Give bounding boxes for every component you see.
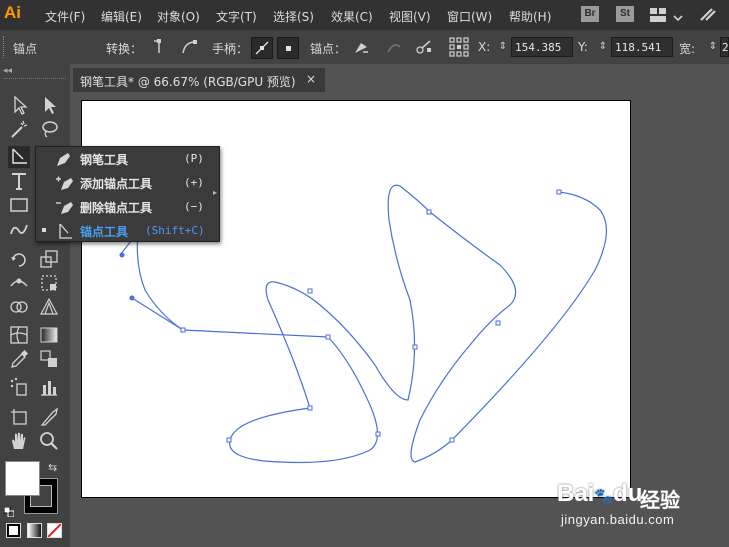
collapse-icon[interactable]: ◂◂ bbox=[3, 66, 12, 76]
y-label: Y: bbox=[578, 40, 588, 54]
handles-label: 手柄： bbox=[212, 42, 249, 56]
grip-icon bbox=[3, 36, 7, 58]
selection-type-label: 锚点 bbox=[13, 42, 38, 56]
width-field[interactable]: 2 bbox=[720, 37, 729, 57]
artboard-tool-icon[interactable] bbox=[8, 406, 30, 428]
app-logo: Ai bbox=[4, 3, 21, 22]
watermark-cn: 经验 bbox=[640, 488, 680, 512]
cut-path-icon[interactable] bbox=[415, 38, 433, 56]
magic-wand-tool-icon[interactable] bbox=[8, 118, 30, 140]
none-mode-icon[interactable] bbox=[47, 523, 62, 538]
menu-view[interactable]: 视图(V) bbox=[389, 8, 431, 25]
grid-icon[interactable] bbox=[650, 7, 666, 22]
width-stepper[interactable]: ⇕ bbox=[706, 37, 720, 57]
flyout-item-anchor-point[interactable]: 锚点工具 bbox=[80, 223, 128, 240]
free-transform-tool-icon[interactable] bbox=[38, 272, 60, 294]
swap-colors-icon[interactable]: ⇆ bbox=[48, 461, 57, 474]
flyout-item-delete-anchor[interactable]: 删除锚点工具 bbox=[80, 199, 152, 216]
y-stepper[interactable]: ⇕ bbox=[596, 37, 610, 57]
default-colors-icon[interactable] bbox=[3, 502, 15, 518]
width-label: 宽: bbox=[679, 42, 696, 56]
shaper-tool-icon[interactable] bbox=[8, 219, 30, 241]
stock-button[interactable]: St bbox=[616, 6, 634, 22]
pen-icon bbox=[54, 150, 76, 172]
scale-tool-icon[interactable] bbox=[38, 248, 60, 270]
chevron-down-icon[interactable] bbox=[673, 8, 683, 22]
menu-type[interactable]: 文字(T) bbox=[216, 8, 257, 25]
hand-tool-icon[interactable] bbox=[8, 430, 30, 452]
flyout-shortcut-anchor-point: (Shift+C) bbox=[145, 224, 205, 237]
gradient-mode-icon[interactable] bbox=[27, 523, 42, 538]
column-graph-tool-icon[interactable] bbox=[38, 376, 60, 398]
menu-object[interactable]: 对象(O) bbox=[157, 8, 200, 25]
slice-tool-icon[interactable] bbox=[38, 406, 60, 428]
convert-corner-icon[interactable] bbox=[150, 38, 168, 56]
close-icon[interactable]: × bbox=[306, 72, 316, 86]
watermark-url: jingyan.baidu.com bbox=[561, 512, 675, 527]
eyedropper-tool-icon[interactable] bbox=[8, 348, 30, 370]
tearoff-icon[interactable]: ▸ bbox=[213, 188, 217, 197]
selected-indicator bbox=[42, 228, 46, 232]
gradient-tool-icon[interactable] bbox=[38, 324, 60, 346]
type-tool-icon[interactable] bbox=[8, 170, 30, 192]
direct-selection-tool-icon[interactable] bbox=[38, 94, 60, 116]
menu-help[interactable]: 帮助(H) bbox=[509, 8, 551, 25]
width-tool-icon[interactable] bbox=[8, 272, 30, 294]
anchor-point-icon bbox=[54, 222, 76, 244]
menu-window[interactable]: 窗口(W) bbox=[447, 8, 492, 25]
rotate-tool-icon[interactable] bbox=[8, 248, 30, 270]
hide-handles-button[interactable] bbox=[277, 37, 299, 59]
menu-edit[interactable]: 编辑(E) bbox=[101, 8, 142, 25]
connect-anchor-icon[interactable] bbox=[385, 38, 403, 56]
x-stepper[interactable]: ⇕ bbox=[496, 37, 510, 57]
x-label: X: bbox=[478, 40, 491, 54]
lasso-tool-icon[interactable] bbox=[38, 118, 60, 140]
color-mode-icon[interactable] bbox=[6, 523, 21, 538]
remove-anchor-icon[interactable] bbox=[352, 38, 370, 56]
shape-builder-tool-icon[interactable] bbox=[8, 296, 30, 318]
flyout-item-add-anchor[interactable]: 添加锚点工具 bbox=[80, 175, 152, 192]
symbol-sprayer-tool-icon[interactable] bbox=[8, 376, 30, 398]
selection-tool-icon[interactable] bbox=[8, 94, 30, 116]
anchor-point-tool-icon[interactable] bbox=[8, 146, 30, 168]
y-field[interactable]: 118.541 m bbox=[611, 37, 673, 57]
delete-anchor-icon bbox=[54, 198, 76, 220]
convert-smooth-icon[interactable] bbox=[180, 38, 198, 56]
x-field[interactable]: 154.385 m bbox=[511, 37, 573, 57]
flame-icon[interactable] bbox=[698, 5, 718, 23]
show-handles-button[interactable] bbox=[251, 37, 273, 59]
toolbox-grip bbox=[4, 78, 66, 79]
bridge-button[interactable]: Br bbox=[581, 6, 599, 22]
anchors-label: 锚点： bbox=[310, 42, 347, 56]
rectangle-tool-icon[interactable] bbox=[8, 194, 30, 216]
align-anchor-icon[interactable] bbox=[449, 37, 469, 57]
menu-select[interactable]: 选择(S) bbox=[273, 8, 314, 25]
watermark-logo: Bai🐾du bbox=[557, 480, 643, 507]
mesh-tool-icon[interactable] bbox=[8, 324, 30, 346]
fill-swatch[interactable] bbox=[5, 461, 40, 496]
blend-tool-icon[interactable] bbox=[38, 348, 60, 370]
convert-label: 转换： bbox=[106, 42, 143, 56]
menu-effect[interactable]: 效果(C) bbox=[331, 8, 373, 25]
menu-file[interactable]: 文件(F) bbox=[45, 8, 85, 25]
perspective-grid-tool-icon[interactable] bbox=[38, 296, 60, 318]
document-tab-title: 钢笔工具* @ 66.67% (RGB/GPU 预览) bbox=[80, 75, 296, 89]
flyout-shortcut-add-anchor: (+) bbox=[184, 176, 204, 189]
flyout-shortcut-pen: (P) bbox=[184, 152, 204, 165]
flyout-shortcut-delete-anchor: (−) bbox=[184, 200, 204, 213]
add-anchor-icon bbox=[54, 174, 76, 196]
zoom-tool-icon[interactable] bbox=[38, 430, 60, 452]
flyout-item-pen[interactable]: 钢笔工具 bbox=[80, 151, 128, 168]
